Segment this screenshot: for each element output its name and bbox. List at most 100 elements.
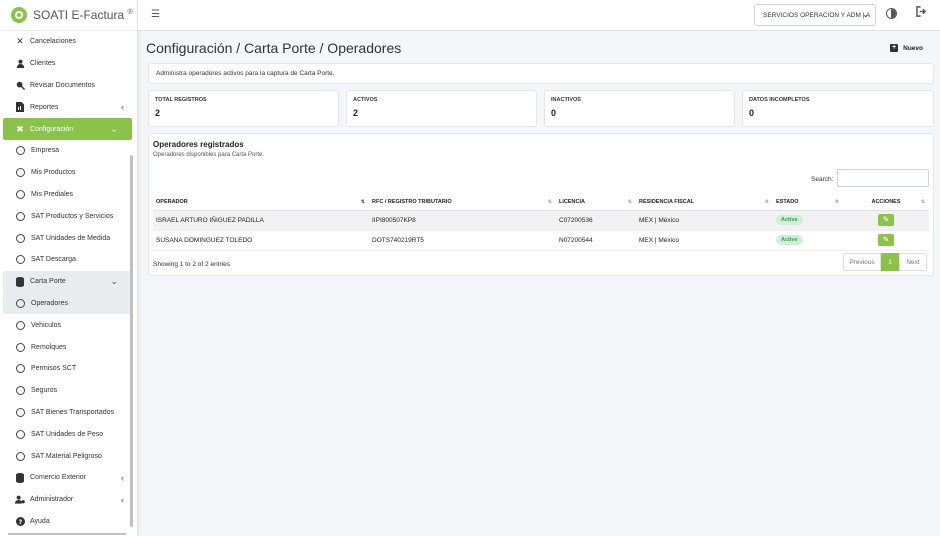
table-header-row: OPERADOR ⇅ RFC / REGISTRO TRIBUTARIO ⇅ LIC…	[153, 194, 929, 211]
sidebar-item-mis-productos[interactable]: Mis Productos	[0, 162, 138, 184]
circle-icon	[16, 451, 25, 461]
edit-button[interactable]: ✎	[878, 234, 894, 246]
col-rfc[interactable]: RFC / REGISTRO TRIBUTARIO ⇅	[369, 194, 556, 211]
stat-inactivos: INACTIVOS 0	[544, 90, 735, 127]
sort-icon: ⇅	[547, 199, 552, 205]
circle-icon	[16, 364, 25, 374]
card-subtitle: Operadores disponibles para Carta Porte.	[153, 152, 265, 158]
menu-toggle-icon[interactable]: ☰	[151, 9, 160, 20]
sidebar-item-sat-unidades-peso[interactable]: SAT Unidades de Peso	[0, 423, 138, 445]
sidebar-item-clientes[interactable]: Clientes	[0, 53, 138, 75]
sidebar-item-comercio-exterior[interactable]: Comercio Exterior ‹	[0, 467, 138, 489]
sidebar: SOATI E-Factura ® ✕ Cancelaciones Cliente…	[0, 0, 138, 536]
theme-toggle-icon[interactable]	[886, 8, 897, 19]
col-licencia[interactable]: LICENCIA ⇅	[556, 194, 636, 211]
circle-icon	[16, 233, 25, 243]
entries-info: Showing 1 to 2 of 2 entries	[153, 261, 230, 268]
sidebar-scrollbar[interactable]	[130, 155, 133, 527]
sort-icon: ⇅	[920, 199, 925, 205]
sidebar-item-operadores[interactable]: Operadores	[3, 292, 132, 315]
operators-card: Operadores registrados Operadores dispon…	[148, 133, 934, 276]
brand[interactable]: SOATI E-Factura ®	[0, 0, 137, 31]
chevron-down-icon: ⌄	[110, 123, 118, 134]
edit-button[interactable]: ✎	[878, 214, 894, 226]
sidebar-hscrollbar[interactable]	[8, 533, 126, 535]
sidebar-item-empresa[interactable]: Empresa	[0, 140, 138, 162]
table-row: SUSANA DOMINGUEZ TOLEDO DOTS740219RT5 N0…	[153, 230, 929, 251]
svg-text:?: ?	[18, 519, 22, 526]
sidebar-item-seguros[interactable]: Seguros	[0, 380, 138, 402]
search-label: Search:	[811, 176, 834, 183]
top-header: ☰ SERVICIOS OPERACION Y ADM | A ⌄	[138, 0, 940, 31]
circle-icon	[16, 407, 25, 417]
chevron-down-icon: ⌄	[862, 10, 869, 19]
sidebar-item-administrador[interactable]: Administrador ‹	[0, 489, 138, 511]
sidebar-item-sat-bienes[interactable]: SAT Bienes Transportados	[0, 402, 138, 424]
sidebar-item-cancelaciones[interactable]: ✕ Cancelaciones	[0, 31, 138, 53]
sidebar-item-revisar-documentos[interactable]: Revisar Documentos	[0, 75, 138, 97]
company-select[interactable]: SERVICIOS OPERACION Y ADM | A ⌄	[754, 4, 876, 26]
pagination-previous[interactable]: Previous	[843, 253, 881, 271]
search-doc-icon	[15, 80, 25, 90]
circle-icon	[16, 211, 25, 221]
logout-icon[interactable]	[916, 6, 927, 20]
sidebar-item-ayuda[interactable]: ? Ayuda	[0, 511, 138, 533]
circle-icon	[16, 298, 25, 308]
sidebar-nav: ✕ Cancelaciones Clientes Revisar Document…	[0, 31, 138, 532]
sidebar-item-sat-material-peligroso[interactable]: SAT Material Peligroso	[0, 445, 138, 467]
sidebar-item-carta-porte[interactable]: Carta Porte ⌄	[3, 270, 132, 293]
sidebar-item-mis-prediales[interactable]: Mis Prediales	[0, 184, 138, 206]
sidebar-item-vehiculos[interactable]: Vehiculos	[0, 314, 138, 336]
sort-icon: ⇅	[360, 199, 365, 205]
page-title: Configuración / Carta Porte / Operadores	[146, 40, 402, 56]
col-estado[interactable]: ESTADO ⇅	[773, 194, 843, 211]
circle-icon	[16, 320, 25, 330]
database-icon	[15, 472, 25, 483]
pagination-page-1[interactable]: 1	[881, 253, 899, 271]
chevron-left-icon: ‹	[121, 102, 124, 113]
stat-incompletos: DATOS INCOMPLETOS 0	[742, 90, 934, 127]
sort-icon: ⇅	[627, 199, 632, 205]
circle-icon	[16, 189, 25, 199]
col-operador[interactable]: OPERADOR ⇅	[153, 194, 369, 211]
sort-icon: ⇅	[834, 199, 839, 205]
circle-icon	[16, 146, 25, 156]
sidebar-item-reportes[interactable]: Reportes ‹	[0, 96, 138, 118]
sidebar-item-configuracion[interactable]: ✖ Configuración ⌄	[3, 118, 132, 140]
circle-icon	[16, 429, 25, 439]
sidebar-item-remolques[interactable]: Remolques	[0, 336, 138, 358]
circle-icon	[16, 386, 25, 396]
sidebar-item-sat-unidades-medida[interactable]: SAT Unidades de Medida	[0, 227, 138, 249]
edit-icon: ✎	[882, 215, 890, 224]
help-icon: ?	[15, 516, 25, 526]
sidebar-item-sat-productos[interactable]: SAT Productos y Servicios	[0, 205, 138, 227]
new-button[interactable]: + Nuevo	[890, 44, 923, 52]
circle-icon	[16, 342, 25, 352]
sidebar-item-permisos-sct[interactable]: Permisos SCT	[0, 358, 138, 380]
col-acciones[interactable]: ACCIONES ⇅	[843, 194, 929, 211]
tools-icon: ✖	[16, 123, 24, 134]
status-badge: Active	[776, 215, 803, 225]
operators-table: OPERADOR ⇅ RFC / REGISTRO TRIBUTARIO ⇅ LIC…	[153, 194, 929, 251]
circle-icon	[16, 168, 25, 178]
sidebar-item-sat-descarga[interactable]: SAT Descarga	[0, 249, 138, 271]
database-icon	[15, 276, 25, 287]
stat-activos: ACTIVOS 2	[346, 90, 537, 127]
user-gear-icon	[15, 495, 25, 505]
brand-logo-icon	[11, 7, 27, 23]
brand-name: SOATI E-Factura ®	[33, 8, 133, 22]
stat-total: TOTAL REGISTROS 2	[148, 90, 339, 127]
pagination-next[interactable]: Next	[899, 253, 927, 271]
user-icon	[15, 59, 25, 69]
edit-icon: ✎	[882, 235, 890, 244]
chevron-left-icon: ‹	[121, 494, 124, 505]
card-title: Operadores registrados	[153, 140, 244, 149]
chevron-left-icon: ‹	[121, 472, 124, 483]
search-input[interactable]	[837, 169, 929, 187]
col-residencia[interactable]: RESIDENCIA FISCAL ⇅	[636, 194, 773, 211]
circle-icon	[16, 255, 25, 265]
pagination: Previous 1 Next	[843, 253, 927, 271]
info-banner: Administra operadores activos para la ca…	[148, 63, 934, 84]
status-badge: Active	[776, 235, 803, 245]
plus-icon: +	[890, 44, 899, 52]
